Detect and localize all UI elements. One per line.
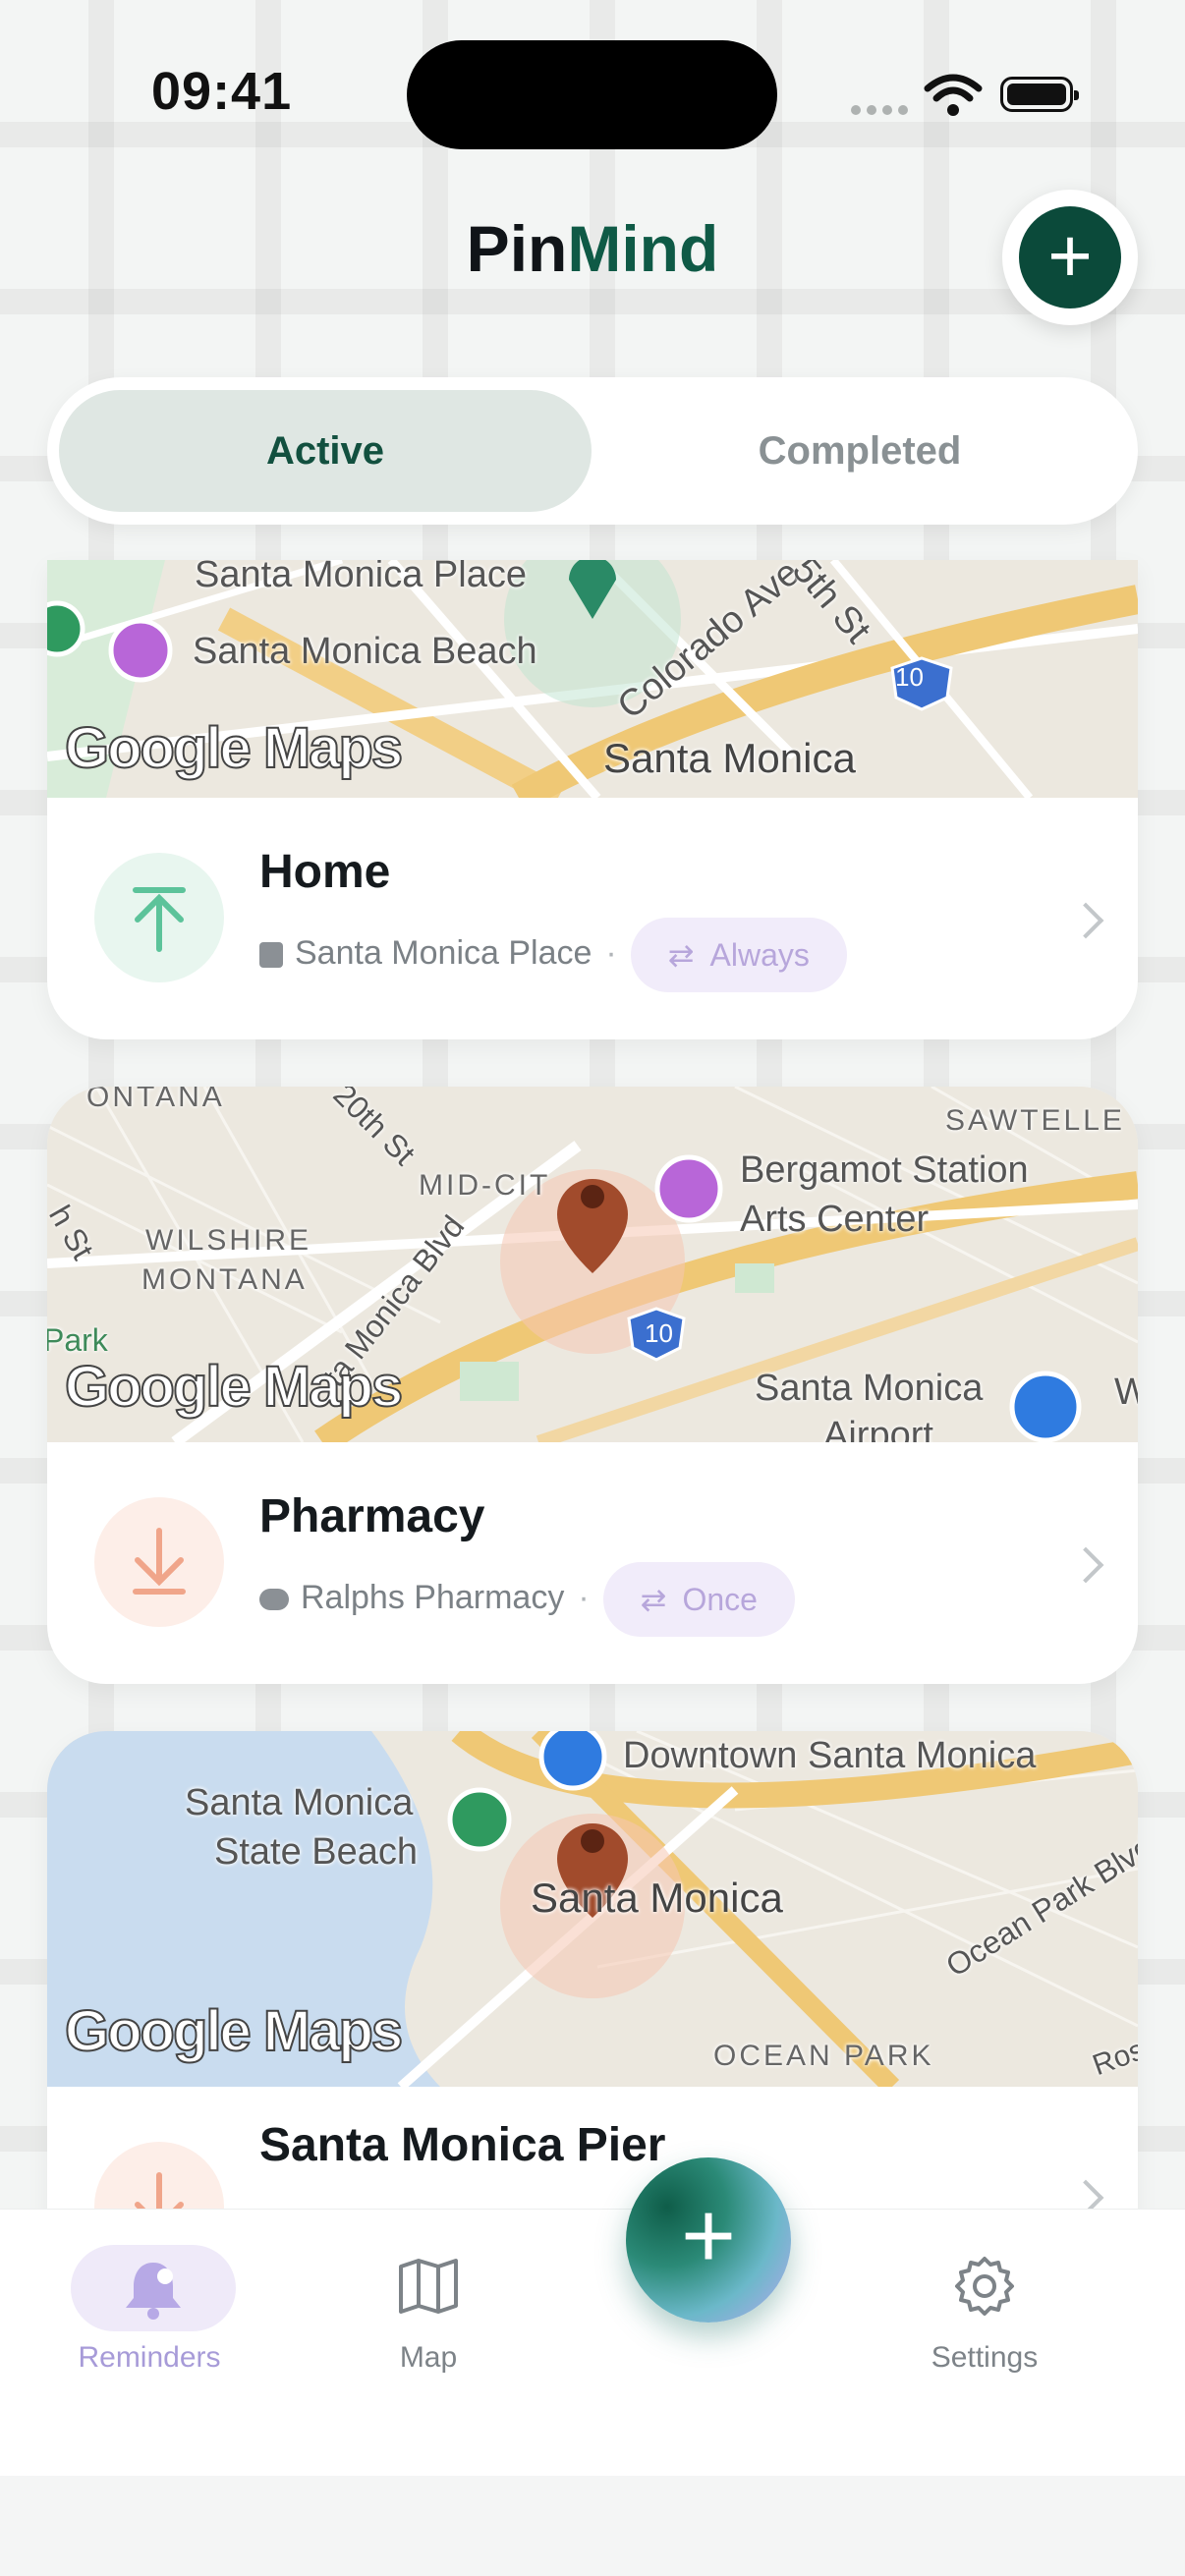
map-preview: ONTANA 20th St SAWTELLE MID-CIT Bergamot… [47,1087,1138,1442]
tab-reminders-label: Reminders [78,2341,221,2374]
repeat-icon: ⇄ [667,937,695,973]
reminder-location: Santa Monica Place [295,933,592,972]
map-label: Santa Monica [603,735,856,781]
home-indicator-area [0,2476,1185,2576]
plus-icon: + [1019,206,1121,308]
tab-map-label: Map [399,2341,458,2374]
repeat-pill: ⇄ Once [602,1562,795,1637]
app-title-part2: Mind [567,212,719,285]
reminder-subtitle: Ralphs Pharmacy · ⇄ Once [259,1562,795,1637]
bag-icon [259,942,283,968]
arrow-up-icon [94,853,224,982]
map-label: OCEAN PARK [713,2040,934,2072]
highway-shield: 10 [645,1318,673,1348]
segmented-control: Active Completed [47,377,1138,525]
map-label: MONTANA [141,1263,308,1296]
map-label: Santa Monica Beach [193,631,537,672]
reminder-info: Home Santa Monica Place · ⇄ Always [47,798,1138,1039]
google-maps-logo: Google Maps [64,715,404,781]
create-reminder-fab[interactable]: + [626,2157,791,2323]
reminder-title: Home [259,846,391,898]
map-label: Santa Monica [185,1782,414,1823]
reminder-info: Pharmacy Ralphs Pharmacy · ⇄ Once [47,1442,1138,1684]
map-label: ONTANA [86,1087,225,1113]
reminder-subtitle: Santa Monica Place · ⇄ Always [259,918,847,992]
status-time: 09:41 [151,62,293,121]
reminder-title: Pharmacy [259,1490,485,1542]
map-label: W [1114,1372,1138,1413]
gear-icon [955,2257,1014,2316]
wifi-icon [924,74,983,116]
dynamic-island [407,40,777,149]
status-bar: 09:41 [0,0,1185,196]
chevron-right-icon [1067,1546,1104,1584]
repeat-icon: ⇄ [640,1582,667,1617]
map-label: Arts Center [740,1199,930,1240]
highway-shield: 10 [895,662,924,692]
map-label: Airport [823,1415,933,1442]
tab-active[interactable]: Active [59,390,592,512]
bell-icon [126,2263,181,2320]
signal-icon [851,102,914,120]
map-label: SAWTELLE [945,1104,1125,1137]
arrow-down-icon [94,1497,224,1627]
reminder-card-pharmacy[interactable]: ONTANA 20th St SAWTELLE MID-CIT Bergamot… [47,1087,1138,1684]
tab-completed[interactable]: Completed [593,390,1126,512]
map-preview: Santa Monica Place Santa Monica Beach Co… [47,560,1138,798]
repeat-label: Once [682,1582,758,1617]
reminder-location: Ralphs Pharmacy [301,1578,565,1616]
map-label: MID-CIT [419,1169,551,1202]
repeat-label: Always [709,937,810,973]
map-icon [399,2259,458,2314]
map-label: Downtown Santa Monica [623,1735,1037,1776]
map-label: Bergamot Station [740,1149,1029,1191]
reminder-card-home[interactable]: Santa Monica Place Santa Monica Beach Co… [47,560,1138,1039]
chevron-right-icon [1067,902,1104,939]
map-preview: Downtown Santa Monica Santa Monica State… [47,1731,1138,2087]
tab-settings-label: Settings [931,2341,1039,2374]
google-maps-logo: Google Maps [64,1998,404,2064]
add-reminder-button[interactable]: + [1002,190,1138,325]
plus-icon: + [680,2183,737,2288]
map-label: State Beach [214,1831,419,1873]
map-label: Santa Monica [755,1368,984,1409]
battery-icon [1000,77,1079,112]
google-maps-logo: Google Maps [64,1354,404,1420]
repeat-pill: ⇄ Always [630,918,847,992]
bottom-tab-bar: Reminders Map Settings [0,2209,1185,2477]
app-title-part1: Pin [466,212,568,285]
map-label: Santa Monica Place [195,560,527,595]
reminder-title: Santa Monica Pier [259,2119,666,2171]
map-label: Santa Monica [531,1875,783,1921]
pills-icon [259,1589,289,1610]
map-label: WILSHIRE [145,1224,312,1257]
